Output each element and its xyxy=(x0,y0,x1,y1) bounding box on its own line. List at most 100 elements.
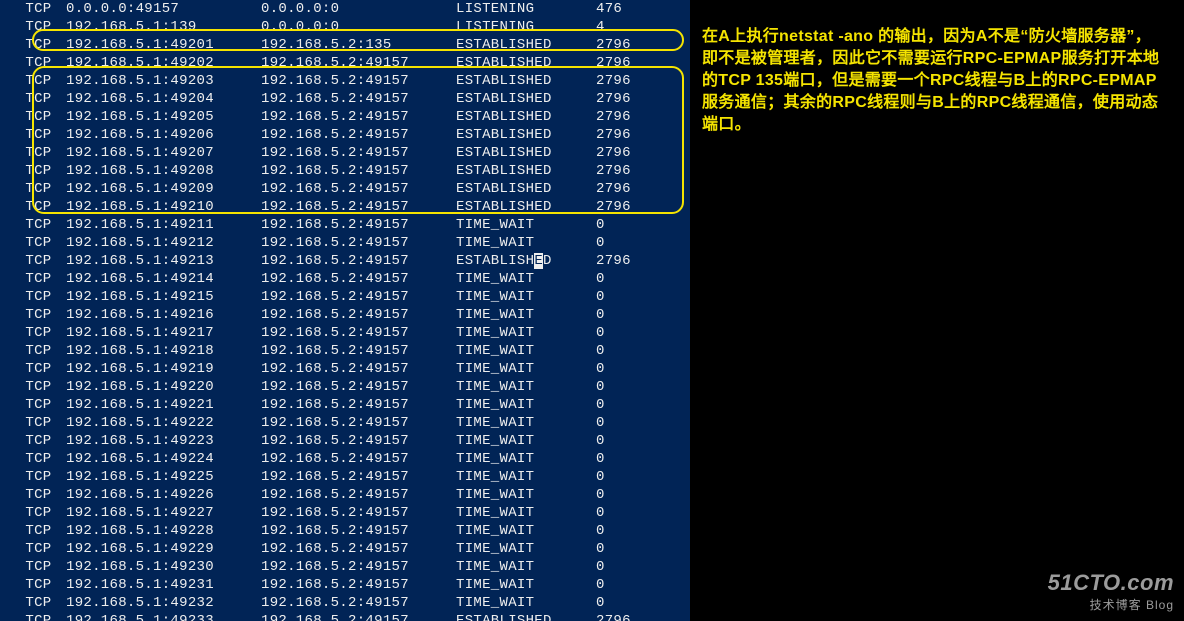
netstat-row: TCP192.168.5.1:49222192.168.5.2:49157TIM… xyxy=(8,414,690,432)
cell-proto: TCP xyxy=(8,54,66,72)
netstat-row: TCP192.168.5.1:49228192.168.5.2:49157TIM… xyxy=(8,522,690,540)
cell-state: TIME_WAIT xyxy=(456,594,596,612)
cell-local: 192.168.5.1:49227 xyxy=(66,504,261,522)
cell-remote: 192.168.5.2:49157 xyxy=(261,108,456,126)
cell-remote: 192.168.5.2:49157 xyxy=(261,594,456,612)
netstat-row: TCP192.168.5.1:49203192.168.5.2:49157EST… xyxy=(8,72,690,90)
netstat-row: TCP192.168.5.1:49221192.168.5.2:49157TIM… xyxy=(8,396,690,414)
cell-local: 192.168.5.1:49231 xyxy=(66,576,261,594)
cell-remote: 192.168.5.2:49157 xyxy=(261,576,456,594)
cell-local: 192.168.5.1:49209 xyxy=(66,180,261,198)
cell-state: TIME_WAIT xyxy=(456,576,596,594)
cell-proto: TCP xyxy=(8,126,66,144)
cell-pid: 2796 xyxy=(596,36,666,54)
cell-remote: 192.168.5.2:135 xyxy=(261,36,456,54)
powershell-terminal[interactable]: TCP0.0.0.0:491570.0.0.0:0LISTENING476 TC… xyxy=(0,0,690,621)
cell-state: TIME_WAIT xyxy=(456,288,596,306)
cell-local: 192.168.5.1:139 xyxy=(66,18,261,36)
netstat-row: TCP192.168.5.1:49202192.168.5.2:49157EST… xyxy=(8,54,690,72)
watermark-51cto: 51CTO.com 技术博客 Blog xyxy=(1048,570,1174,613)
netstat-row: TCP192.168.5.1:49207192.168.5.2:49157EST… xyxy=(8,144,690,162)
cell-remote: 192.168.5.2:49157 xyxy=(261,270,456,288)
cell-local: 192.168.5.1:49208 xyxy=(66,162,261,180)
cell-state: TIME_WAIT xyxy=(456,504,596,522)
cell-pid: 2796 xyxy=(596,612,666,621)
netstat-row: TCP192.168.5.1:49201192.168.5.2:135ESTAB… xyxy=(8,36,690,54)
cell-state: ESTABLISHED xyxy=(456,180,596,198)
netstat-row: TCP192.168.5.1:49225192.168.5.2:49157TIM… xyxy=(8,468,690,486)
cell-remote: 192.168.5.2:49157 xyxy=(261,414,456,432)
cell-state: TIME_WAIT xyxy=(456,468,596,486)
cell-pid: 0 xyxy=(596,234,666,252)
netstat-row: TCP192.168.5.1:49208192.168.5.2:49157EST… xyxy=(8,162,690,180)
cell-local: 192.168.5.1:49225 xyxy=(66,468,261,486)
text-cursor: E xyxy=(534,253,543,269)
cell-proto: TCP xyxy=(8,594,66,612)
cell-remote: 192.168.5.2:49157 xyxy=(261,72,456,90)
cell-proto: TCP xyxy=(8,198,66,216)
cell-pid: 0 xyxy=(596,216,666,234)
netstat-row: TCP192.168.5.1:49213192.168.5.2:49157EST… xyxy=(8,252,690,270)
cell-remote: 192.168.5.2:49157 xyxy=(261,612,456,621)
cell-remote: 192.168.5.2:49157 xyxy=(261,234,456,252)
cell-remote: 192.168.5.2:49157 xyxy=(261,324,456,342)
cell-pid: 0 xyxy=(596,486,666,504)
cell-pid: 2796 xyxy=(596,72,666,90)
cell-local: 192.168.5.1:49219 xyxy=(66,360,261,378)
cell-local: 192.168.5.1:49203 xyxy=(66,72,261,90)
netstat-row: TCP192.168.5.1:49231192.168.5.2:49157TIM… xyxy=(8,576,690,594)
cell-state: ESTABLISHED xyxy=(456,36,596,54)
cell-pid: 0 xyxy=(596,504,666,522)
cell-proto: TCP xyxy=(8,540,66,558)
cell-state: ESTABLISHED xyxy=(456,90,596,108)
netstat-row: TCP192.168.5.1:49206192.168.5.2:49157EST… xyxy=(8,126,690,144)
cell-pid: 2796 xyxy=(596,180,666,198)
cell-state: ESTABLISHED xyxy=(456,144,596,162)
netstat-row: TCP192.168.5.1:49224192.168.5.2:49157TIM… xyxy=(8,450,690,468)
cell-remote: 192.168.5.2:49157 xyxy=(261,162,456,180)
cell-remote: 192.168.5.2:49157 xyxy=(261,180,456,198)
cell-local: 192.168.5.1:49228 xyxy=(66,522,261,540)
cell-state: TIME_WAIT xyxy=(456,396,596,414)
cell-local: 192.168.5.1:49213 xyxy=(66,252,261,270)
cell-pid: 0 xyxy=(596,432,666,450)
cell-pid: 0 xyxy=(596,378,666,396)
cell-proto: TCP xyxy=(8,414,66,432)
cell-pid: 2796 xyxy=(596,54,666,72)
cell-remote: 192.168.5.2:49157 xyxy=(261,450,456,468)
cell-state: TIME_WAIT xyxy=(456,234,596,252)
cell-proto: TCP xyxy=(8,306,66,324)
cell-remote: 192.168.5.2:49157 xyxy=(261,558,456,576)
cell-local: 192.168.5.1:49202 xyxy=(66,54,261,72)
cell-pid: 0 xyxy=(596,270,666,288)
cell-local: 192.168.5.1:49210 xyxy=(66,198,261,216)
cell-state: ESTABLISHED xyxy=(456,612,596,621)
cell-local: 192.168.5.1:49206 xyxy=(66,126,261,144)
cell-proto: TCP xyxy=(8,180,66,198)
cell-pid: 2796 xyxy=(596,108,666,126)
cell-pid: 2796 xyxy=(596,144,666,162)
cell-proto: TCP xyxy=(8,162,66,180)
cell-local: 192.168.5.1:49207 xyxy=(66,144,261,162)
cell-pid: 0 xyxy=(596,288,666,306)
cell-pid: 2796 xyxy=(596,162,666,180)
cell-proto: TCP xyxy=(8,252,66,270)
cell-local: 192.168.5.1:49233 xyxy=(66,612,261,621)
cell-pid: 0 xyxy=(596,594,666,612)
cell-local: 192.168.5.1:49232 xyxy=(66,594,261,612)
cell-state: ESTABLISHED xyxy=(456,162,596,180)
cell-remote: 192.168.5.2:49157 xyxy=(261,522,456,540)
cell-state: TIME_WAIT xyxy=(456,324,596,342)
netstat-row: TCP192.168.5.1:49217192.168.5.2:49157TIM… xyxy=(8,324,690,342)
netstat-row: TCP192.168.5.1:49205192.168.5.2:49157EST… xyxy=(8,108,690,126)
cell-local: 192.168.5.1:49215 xyxy=(66,288,261,306)
cell-pid: 0 xyxy=(596,324,666,342)
cell-local: 192.168.5.1:49216 xyxy=(66,306,261,324)
cell-proto: TCP xyxy=(8,576,66,594)
cell-proto: TCP xyxy=(8,360,66,378)
cell-remote: 192.168.5.2:49157 xyxy=(261,342,456,360)
cell-pid: 0 xyxy=(596,522,666,540)
cell-pid: 0 xyxy=(596,396,666,414)
watermark-line2: 技术博客 Blog xyxy=(1048,596,1174,613)
cell-state: TIME_WAIT xyxy=(456,270,596,288)
